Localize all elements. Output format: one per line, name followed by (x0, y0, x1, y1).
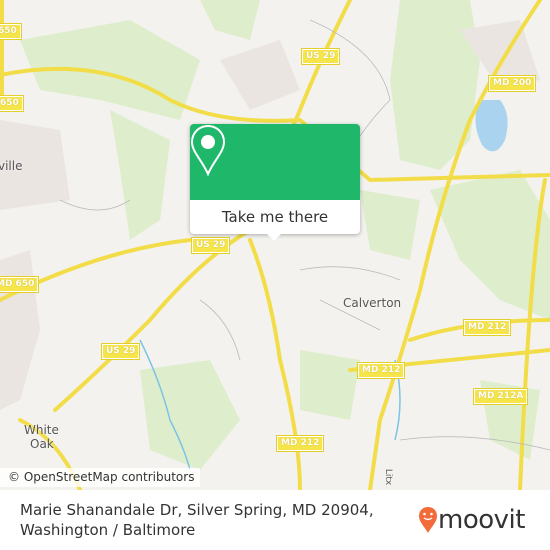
route-shield: US 29 (100, 343, 141, 360)
route-shield: US 29 (190, 237, 231, 254)
place-label: ville (0, 159, 23, 173)
popup-header (190, 124, 360, 200)
route-shield: 650 (0, 23, 22, 40)
route-shield: MD 200 (487, 75, 537, 92)
map-pin-icon (190, 124, 226, 176)
take-me-there-button[interactable]: Take me there (190, 200, 360, 234)
popup: Take me there (190, 124, 360, 234)
moovit-pin-icon (419, 507, 437, 533)
map-tiles (0, 0, 550, 490)
route-shield: MD 212 (462, 319, 512, 336)
street-label: Litx (383, 468, 394, 486)
place-label: White (24, 423, 59, 437)
address: Marie Shanandale Dr, Silver Spring, MD 2… (20, 500, 374, 540)
map[interactable]: 650 US 29 MD 200 650 MD 650 US 29 US 29 … (0, 0, 550, 490)
place-label: Calverton (343, 296, 402, 310)
attribution[interactable]: © OpenStreetMap contributors (0, 468, 201, 487)
route-shield: 650 (0, 95, 24, 112)
moovit-logo[interactable]: moovit (418, 505, 525, 535)
route-shield: US 29 (300, 48, 341, 65)
popup-pointer (266, 233, 282, 241)
route-shield: MD 212 (356, 362, 406, 379)
route-shield: MD 650 (0, 276, 40, 293)
address-line-1: Marie Shanandale Dr, Silver Spring, MD 2… (20, 501, 374, 519)
brand-name: moovit (438, 505, 525, 535)
place-label: Oak (30, 437, 54, 451)
route-shield: MD 212A (472, 388, 529, 405)
address-line-2: Washington / Baltimore (20, 521, 196, 539)
route-shield: MD 212 (275, 435, 325, 452)
